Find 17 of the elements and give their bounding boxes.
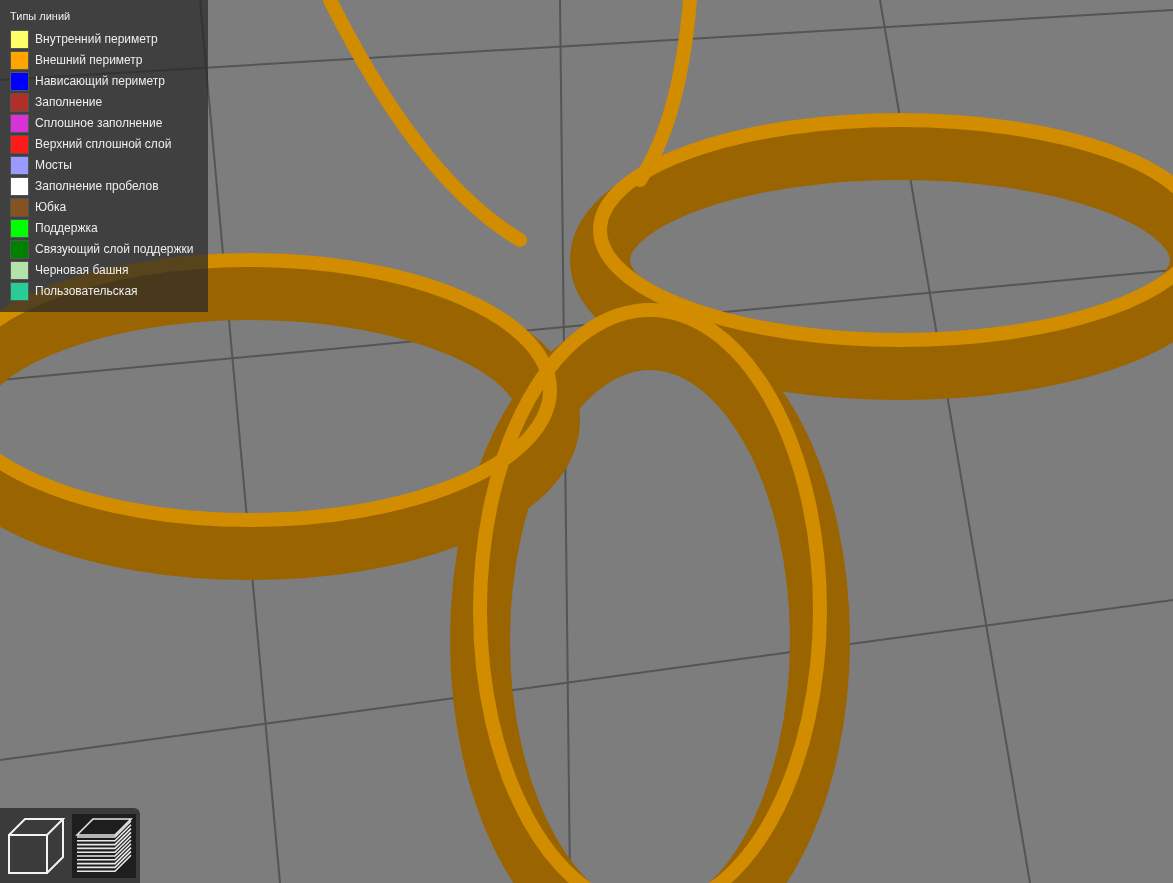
legend-label: Внутренний периметр: [35, 31, 158, 48]
legend-label: Заполнение: [35, 94, 103, 111]
preview-button[interactable]: [72, 814, 136, 878]
legend-label: Нависающий периметр: [35, 73, 165, 90]
legend-label: Внешний периметр: [35, 52, 143, 69]
legend-label: Заполнение пробелов: [35, 178, 159, 195]
legend-label: Черновая башня: [35, 262, 129, 279]
legend-label: Мосты: [35, 157, 72, 174]
cube-icon: [7, 817, 65, 875]
layers-icon: [75, 817, 133, 875]
legend-label: Пользовательская: [35, 283, 138, 300]
legend-label: Связующий слой поддержки: [35, 241, 194, 258]
legend-label: Юбка: [35, 199, 67, 216]
legend-label: Верхний сплошной слой: [35, 136, 172, 153]
legend-label: Сплошное заполнение: [35, 115, 163, 132]
legend-label: Поддержка: [35, 220, 98, 237]
legend-title: Типы линий: [10, 9, 72, 24]
